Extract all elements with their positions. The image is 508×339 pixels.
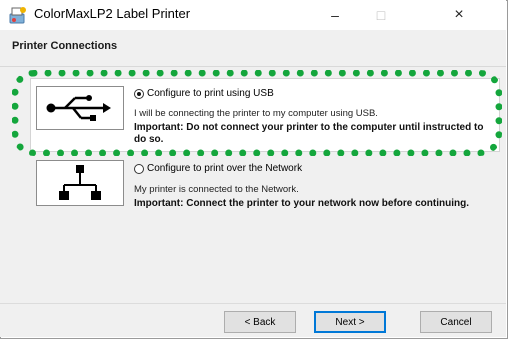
page-title: Printer Connections: [12, 40, 118, 52]
network-icon: [36, 160, 124, 206]
back-button[interactable]: < Back: [224, 311, 296, 333]
network-radio-button[interactable]: [134, 163, 144, 174]
minimize-button[interactable]: –: [312, 0, 358, 30]
page-header: Printer Connections: [0, 30, 506, 67]
usb-highlight-annotation: [12, 70, 502, 156]
close-button[interactable]: ×: [436, 0, 482, 30]
next-button[interactable]: Next >: [314, 311, 386, 333]
title-bar: ColorMaxLP2 Label Printer – □ ×: [0, 0, 506, 30]
network-description: My printer is connected to the Network.: [134, 184, 299, 195]
app-icon: [9, 7, 26, 24]
maximize-button[interactable]: □: [358, 0, 404, 30]
network-radio-option[interactable]: Configure to print over the Network: [134, 163, 302, 174]
network-important-note: Important: Connect the printer to your n…: [134, 198, 469, 209]
window-title: ColorMaxLP2 Label Printer: [34, 6, 191, 21]
network-radio-label: Configure to print over the Network: [147, 163, 303, 174]
cancel-button[interactable]: Cancel: [420, 311, 492, 333]
